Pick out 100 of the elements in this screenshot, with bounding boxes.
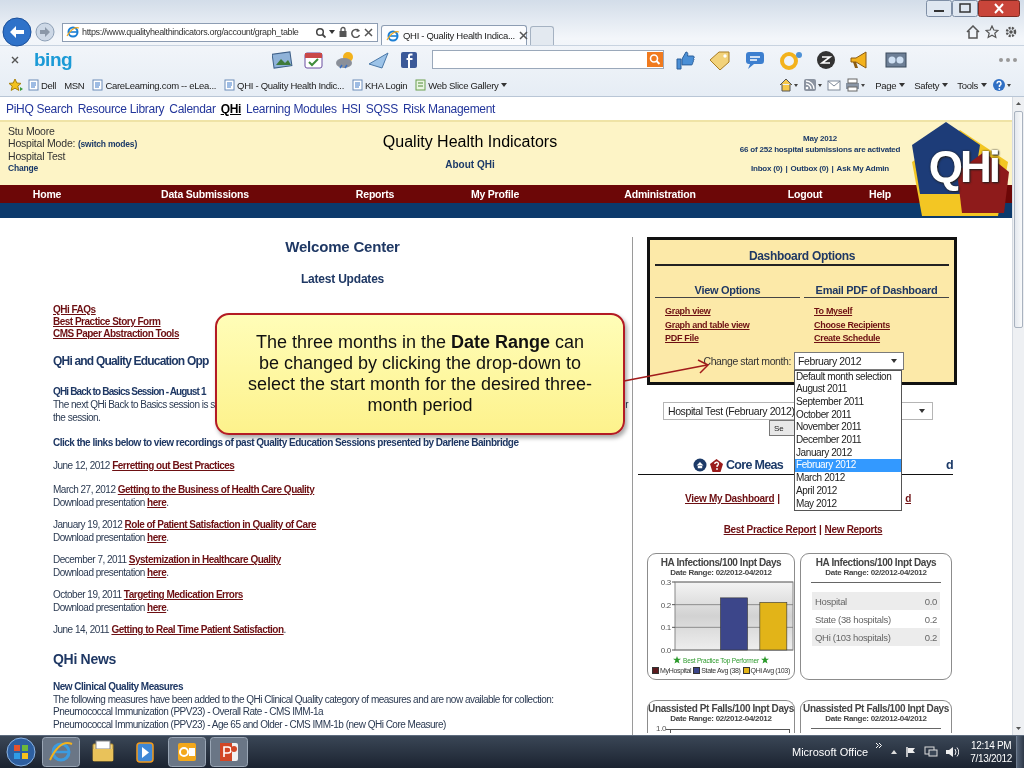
link[interactable]: QHi FAQs: [53, 304, 96, 316]
chevron-icon[interactable]: [875, 742, 884, 750]
feed-icon[interactable]: [803, 78, 824, 92]
close-icon[interactable]: [10, 54, 20, 65]
menu-link[interactable]: Data Submissions: [94, 185, 316, 203]
link[interactable]: Getting to Real Time Patient Satisfaction: [111, 624, 284, 635]
home-icon[interactable]: [966, 25, 980, 39]
link[interactable]: PDF File: [665, 332, 699, 346]
nav-link[interactable]: Calendar: [169, 101, 216, 116]
close-icon[interactable]: [363, 26, 374, 38]
favorite-link[interactable]: CareLearning.com -- eLea...: [92, 79, 217, 91]
browser-tab[interactable]: QHI - Quality Health Indica...: [381, 25, 527, 45]
maximize-button[interactable]: [952, 0, 978, 17]
link[interactable]: Best Practice Story Form: [53, 316, 161, 328]
dropdown-option[interactable]: October 2011: [795, 408, 901, 422]
close-button[interactable]: [978, 0, 1020, 17]
favorite-link[interactable]: Web Slice Gallery: [415, 79, 509, 91]
link[interactable]: Systemization in Healthcare Quality: [128, 554, 281, 565]
search-field[interactable]: [432, 50, 665, 69]
link[interactable]: Best Practice Report: [723, 522, 816, 536]
link[interactable]: View My Dashboard: [685, 492, 775, 506]
link[interactable]: Graph view: [665, 305, 711, 319]
settings-icon[interactable]: [1004, 25, 1018, 39]
dropdown-option[interactable]: Default month selection: [795, 370, 901, 384]
more-icon[interactable]: [998, 56, 1018, 63]
film-icon[interactable]: [884, 49, 909, 70]
menu-link[interactable]: My Profile: [434, 185, 556, 203]
star-icon[interactable]: [985, 25, 999, 39]
chat-icon[interactable]: [744, 49, 767, 70]
favorite-link[interactable]: Dell: [28, 79, 57, 91]
minimize-button[interactable]: [926, 0, 952, 17]
paper-plane-icon[interactable]: [367, 49, 392, 70]
help-icon[interactable]: [992, 78, 1014, 92]
nav-link[interactable]: Risk Management: [402, 101, 496, 116]
ring-icon[interactable]: [778, 49, 805, 70]
menu-link[interactable]: Administration: [556, 185, 764, 203]
mail-icon[interactable]: [827, 79, 842, 91]
link[interactable]: Outbox (0): [790, 163, 829, 174]
link[interactable]: About QHi: [445, 159, 495, 171]
link[interactable]: Create Schedule: [814, 332, 881, 346]
flag-icon[interactable]: [905, 746, 918, 758]
network-icon[interactable]: [924, 746, 939, 758]
help-icon[interactable]: [709, 457, 724, 473]
photo-icon[interactable]: [272, 49, 295, 70]
menu-button[interactable]: Tools: [957, 79, 988, 91]
address-field[interactable]: https://www.qualityhealthindicators.org/account/graph_table: [62, 22, 378, 42]
mail-app-icon[interactable]: [168, 737, 206, 767]
dark-circle-icon[interactable]: [816, 49, 837, 70]
menu-button[interactable]: Page: [875, 79, 907, 91]
close-icon[interactable]: [517, 30, 529, 41]
show-desktop-button[interactable]: [1016, 736, 1024, 768]
volume-icon[interactable]: [945, 746, 960, 758]
dropdown-option[interactable]: March 2012: [795, 472, 901, 485]
menu-link[interactable]: Home: [0, 185, 94, 203]
back-button[interactable]: [2, 17, 32, 47]
home-icon[interactable]: [779, 78, 800, 92]
link[interactable]: (switch modes): [77, 139, 138, 149]
link[interactable]: Graph and table view: [665, 318, 750, 332]
link[interactable]: To Myself: [814, 305, 853, 319]
thumbs-up-icon[interactable]: [674, 49, 697, 70]
link[interactable]: Ferretting out Best Practices: [112, 460, 235, 471]
nav-link[interactable]: SQSS: [365, 101, 398, 116]
search-icon[interactable]: [647, 52, 664, 67]
menu-link[interactable]: Help: [846, 185, 914, 203]
tag-icon[interactable]: [708, 49, 733, 70]
link[interactable]: Inbox (0): [750, 163, 783, 174]
link[interactable]: d: [905, 492, 911, 506]
nav-link[interactable]: QHi: [220, 101, 242, 116]
link[interactable]: Choose Recipients: [814, 318, 890, 332]
link[interactable]: New Reports: [824, 522, 883, 536]
menu-link[interactable]: Logout: [764, 185, 846, 203]
nav-link[interactable]: Resource Library: [77, 101, 165, 116]
show-hidden-icon[interactable]: [890, 748, 899, 756]
start-button[interactable]: [4, 736, 38, 768]
link[interactable]: CMS Paper Abstraction Tools: [53, 328, 179, 340]
favorite-link[interactable]: QHI - Quality Health Indic...: [224, 79, 345, 91]
dropdown-option[interactable]: May 2012: [795, 497, 901, 511]
slides-app-icon[interactable]: [210, 737, 248, 767]
scrollbar-thumb[interactable]: [1014, 111, 1023, 328]
nav-link[interactable]: Learning Modules: [246, 101, 337, 116]
link[interactable]: Getting to the Business of Health Care Quality: [117, 484, 315, 495]
forward-button[interactable]: [35, 22, 55, 42]
dropdown-option[interactable]: December 2011: [795, 434, 901, 447]
menu-link[interactable]: Reports: [316, 185, 434, 203]
favorite-link[interactable]: MSN: [64, 79, 85, 91]
link[interactable]: Role of Patient Satisfaction in Quality of Care: [124, 519, 317, 530]
favorites-icon[interactable]: [8, 78, 24, 92]
toolbar-label[interactable]: Microsoft Office: [792, 746, 869, 758]
clock-time[interactable]: 12:14 PM: [970, 739, 1012, 752]
link[interactable]: Targeting Medication Errors: [123, 589, 243, 600]
calendar-icon[interactable]: [303, 49, 326, 70]
nav-link[interactable]: PiHQ Search: [6, 101, 73, 116]
dropdown-option[interactable]: January 2012: [795, 446, 901, 460]
menu-button[interactable]: Safety: [914, 79, 950, 91]
link[interactable]: Change: [8, 162, 38, 174]
dropdown-option[interactable]: August 2011: [795, 383, 901, 396]
clock-date[interactable]: 7/13/2012: [970, 752, 1012, 765]
home-icon[interactable]: [693, 458, 707, 472]
favorite-link[interactable]: KHA Login: [352, 79, 408, 91]
print-icon[interactable]: [845, 78, 868, 92]
